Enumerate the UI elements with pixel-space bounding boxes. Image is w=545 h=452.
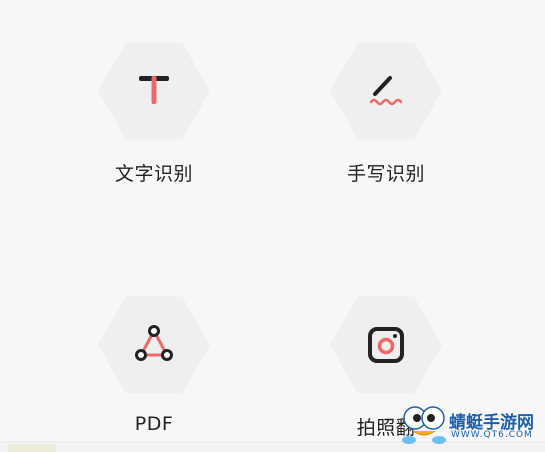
text-recognition-icon — [139, 76, 169, 104]
feature-icon-bg — [330, 296, 442, 394]
feature-pdf[interactable]: PDF — [84, 289, 224, 435]
watermark: 蜻蜓手游网 WWW.QT6.COM — [401, 398, 541, 450]
handwriting-icon — [369, 76, 403, 106]
feature-label: PDF — [134, 413, 174, 435]
pdf-icon — [135, 325, 173, 361]
strip-chip — [8, 444, 56, 452]
feature-text-recognition[interactable]: 文字识别 — [84, 35, 224, 186]
camera-icon — [368, 327, 404, 363]
feature-icon-bg — [330, 42, 442, 140]
feature-icon-bg — [98, 42, 210, 140]
feature-label: 文字识别 — [114, 163, 193, 185]
dragonfly-mascot-icon — [402, 406, 446, 444]
feature-handwriting[interactable]: 手写识别 — [316, 35, 456, 186]
feature-label: 手写识别 — [346, 163, 425, 185]
feature-icon-bg — [98, 296, 210, 394]
watermark-url: WWW.QT6.COM — [451, 430, 533, 440]
